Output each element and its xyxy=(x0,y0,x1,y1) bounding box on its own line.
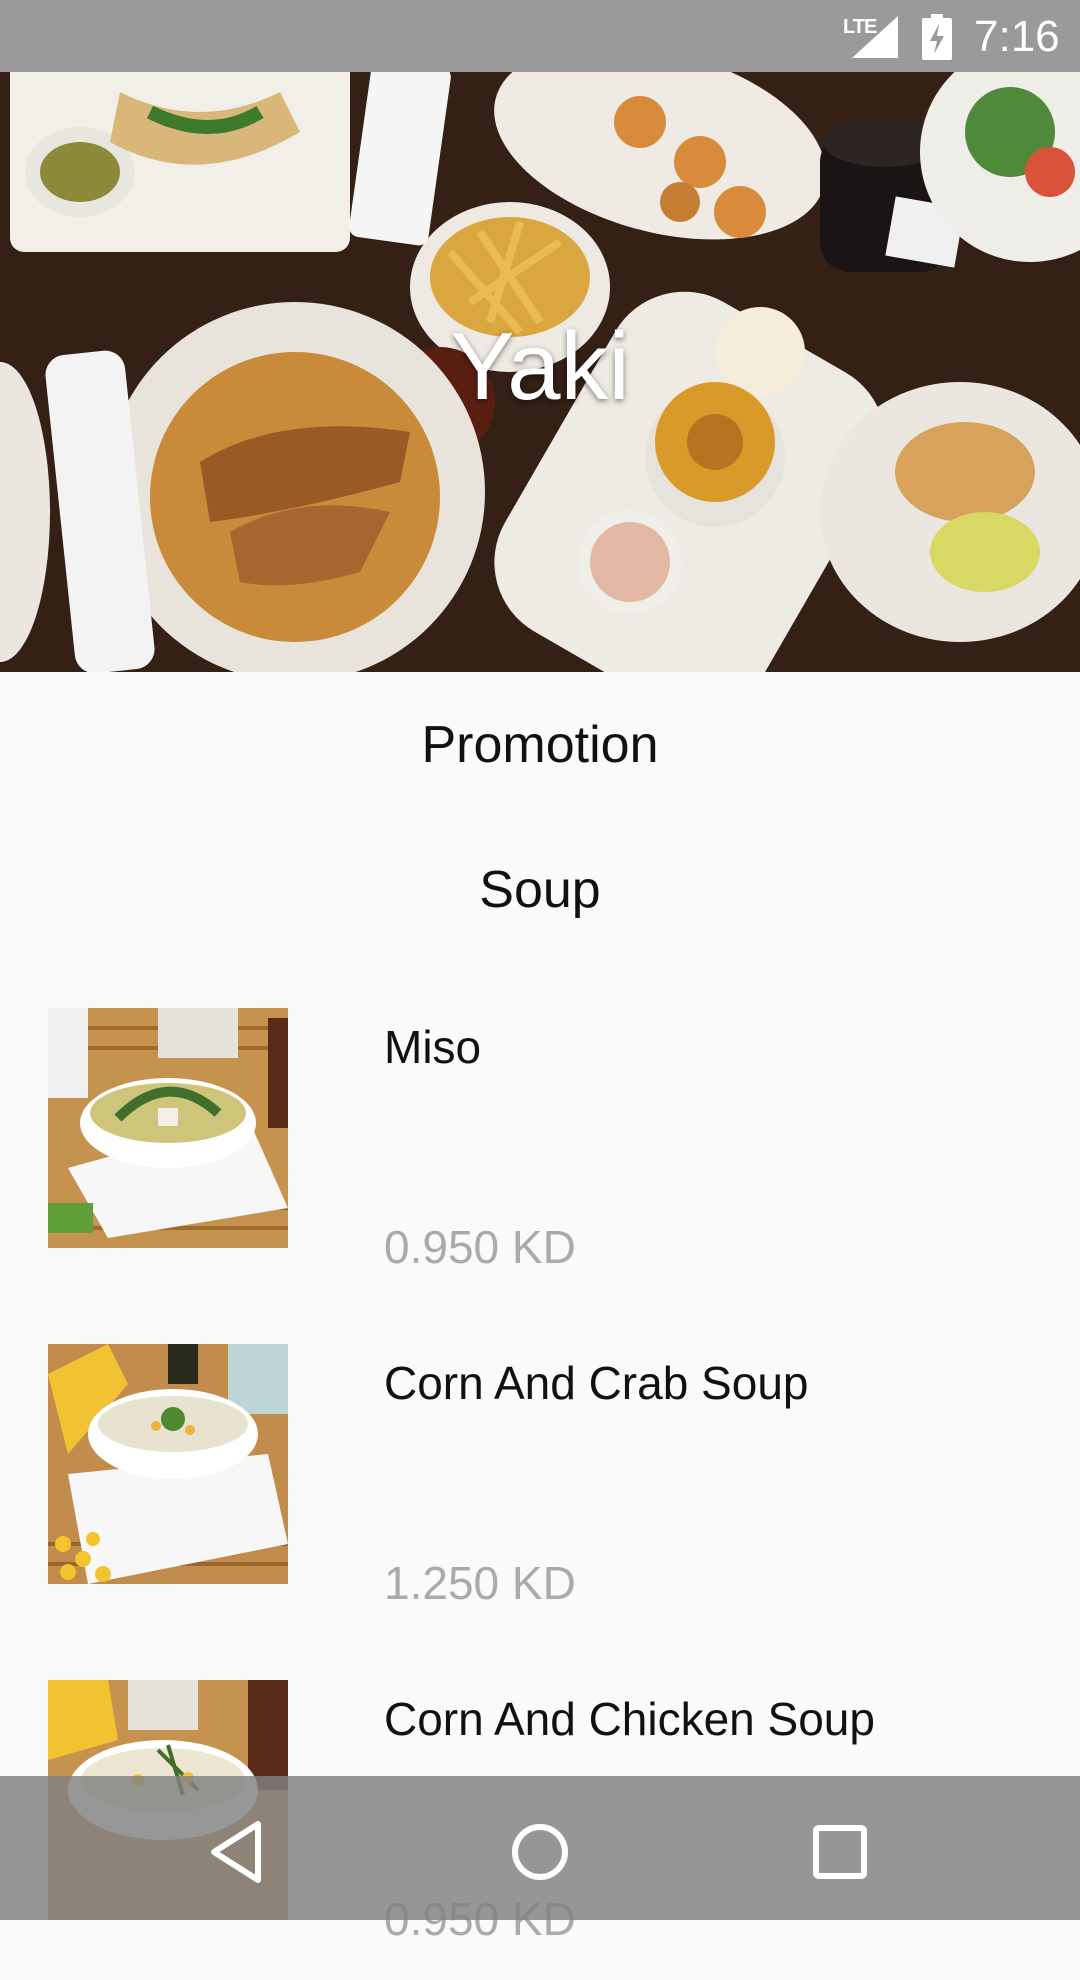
restaurant-name: Yaki xyxy=(450,313,630,420)
menu-item[interactable]: Miso 0.950 KD xyxy=(0,1008,1080,1308)
menu-item-price: 0.950 KD xyxy=(384,1221,576,1273)
menu-item-image xyxy=(48,1344,288,1584)
menu-item-price: 1.250 KD xyxy=(384,1557,576,1609)
category-header[interactable]: Soup xyxy=(0,860,1080,920)
battery-charging-icon xyxy=(922,14,952,60)
back-icon[interactable] xyxy=(200,1812,280,1892)
menu-item[interactable]: Corn And Crab Soup 1.250 KD xyxy=(0,1344,1080,1644)
status-bar: LTE 7:16 xyxy=(0,0,1080,72)
signal-icon xyxy=(852,16,898,58)
menu-item-image xyxy=(48,1008,288,1248)
menu-item-name: Corn And Chicken Soup xyxy=(384,1693,875,1745)
navigation-bar xyxy=(0,1776,1080,1920)
clock: 7:16 xyxy=(974,12,1060,61)
promotion-header[interactable]: Promotion xyxy=(0,715,1080,775)
hero-banner: Yaki xyxy=(0,72,1080,672)
home-icon[interactable] xyxy=(500,1812,580,1892)
menu-item-name: Corn And Crab Soup xyxy=(384,1357,809,1409)
menu-item-name: Miso xyxy=(384,1021,482,1073)
recents-icon[interactable] xyxy=(800,1812,880,1892)
